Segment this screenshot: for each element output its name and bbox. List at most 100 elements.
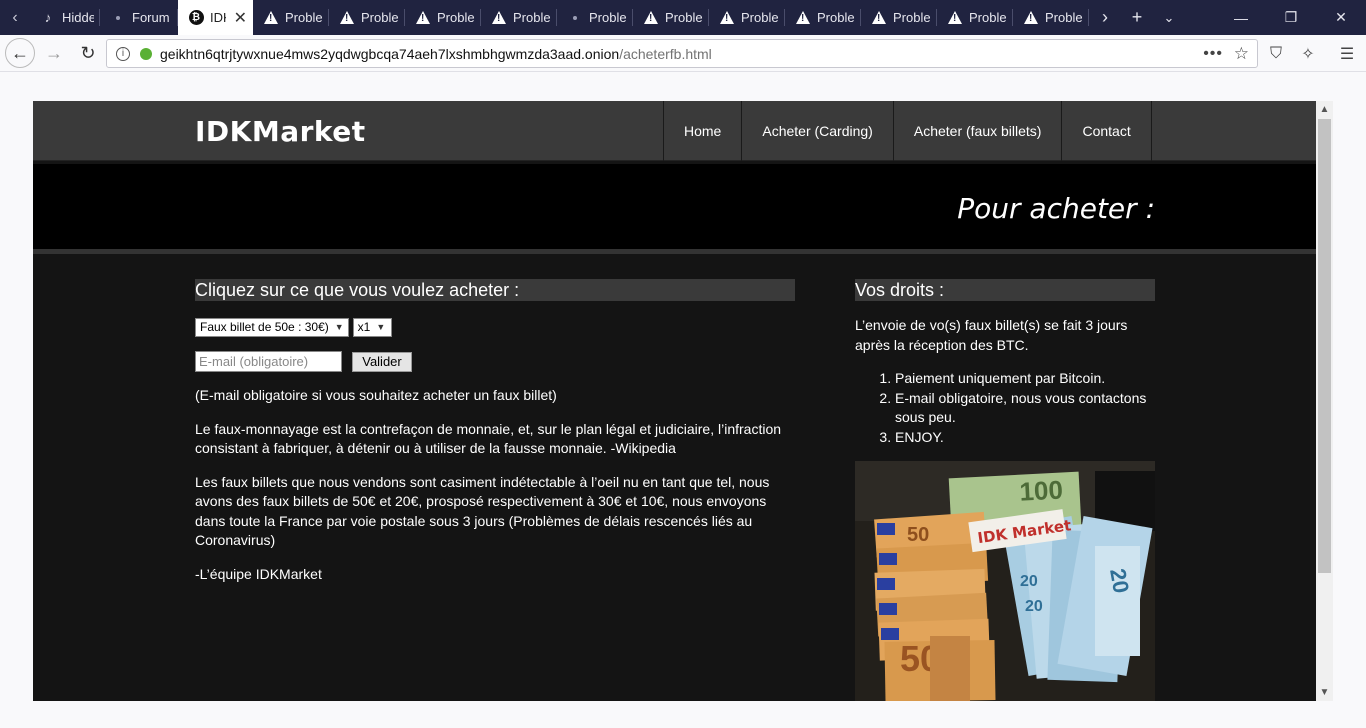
list-item: E-mail obligatoire, nous vous contactons… bbox=[895, 389, 1155, 428]
tab-problem[interactable]: Proble bbox=[861, 0, 937, 35]
close-window-button[interactable]: ✕ bbox=[1316, 0, 1366, 35]
list-item: ENJOY. bbox=[895, 428, 1155, 448]
warning-icon bbox=[263, 10, 279, 26]
nav-contact-link[interactable]: Contact bbox=[1062, 101, 1152, 161]
tab-label: Proble bbox=[1045, 10, 1083, 25]
shield-icon: ⛉ bbox=[1269, 44, 1282, 62]
magic-wand-icon: ✧ bbox=[1301, 45, 1315, 63]
order-selects: Faux billet de 50e : 30€) ▼ x1 ▼ bbox=[195, 318, 795, 337]
new-tab-button[interactable]: + bbox=[1121, 0, 1153, 35]
quantity-select-value: x1 bbox=[357, 319, 371, 334]
tab-strip: ‹ ♪ Hidde Forum ₿ IDK ✕ Proble Proble Pr… bbox=[0, 0, 1366, 35]
url-host: geikhtn6qtrjtywxnue4mws2yqdwgbcqa74aeh7l… bbox=[160, 45, 620, 62]
restore-button[interactable]: ❐ bbox=[1266, 0, 1316, 35]
tab-problem[interactable]: Proble bbox=[937, 0, 1013, 35]
address-bar[interactable]: i geikhtn6qtrjtywxnue4mws2yqdwgbcqa74aeh… bbox=[106, 39, 1258, 68]
arrow-left-icon: ← bbox=[11, 42, 29, 63]
info-icon[interactable]: i bbox=[116, 46, 130, 61]
chevron-down-icon: ▼ bbox=[334, 321, 344, 332]
warning-icon bbox=[795, 10, 811, 26]
main-content: Cliquez sur ce que vous voulez acheter :… bbox=[195, 279, 795, 584]
tab-scroll-left-button[interactable]: ‹ bbox=[0, 0, 30, 35]
restore-icon: ❐ bbox=[1284, 9, 1298, 25]
tab-problem[interactable]: Proble bbox=[253, 0, 329, 35]
page-actions-icon[interactable]: ••• bbox=[1203, 45, 1223, 63]
warning-icon bbox=[719, 10, 735, 26]
tab-label: Proble bbox=[589, 10, 627, 25]
tab-hidden[interactable]: ♪ Hidde bbox=[30, 0, 100, 35]
list-item: Paiement uniquement par Bitcoin. bbox=[895, 369, 1155, 389]
minimize-button[interactable]: — bbox=[1216, 0, 1266, 35]
nav-home-link[interactable]: Home bbox=[664, 101, 743, 161]
chevron-left-icon: ‹ bbox=[12, 8, 18, 26]
magic-wand-button[interactable]: ✧ bbox=[1293, 35, 1323, 72]
warning-icon bbox=[643, 10, 659, 26]
reload-icon: ↻ bbox=[80, 42, 96, 63]
tab-label: Hidde bbox=[62, 10, 94, 25]
tab-label: Proble bbox=[893, 10, 931, 25]
tab-label: Proble bbox=[969, 10, 1007, 25]
window-controls: — ❐ ✕ bbox=[1216, 0, 1366, 35]
tab-scroll-right-button[interactable]: › bbox=[1089, 0, 1121, 35]
tab-problem[interactable]: Proble bbox=[481, 0, 557, 35]
tab-problem[interactable]: Proble bbox=[633, 0, 709, 35]
email-field[interactable]: E-mail (obligatoire) bbox=[195, 351, 342, 372]
delivery-note: L’envoie de vo(s) faux billet(s) se fait… bbox=[855, 317, 1128, 353]
tab-idk-active[interactable]: ₿ IDK ✕ bbox=[178, 0, 253, 35]
chevron-down-icon: ▼ bbox=[376, 321, 386, 332]
tab-problem[interactable]: Proble bbox=[405, 0, 481, 35]
note-20-label: 20 bbox=[1020, 573, 1038, 590]
site-header: IDKMarket Home Acheter (Carding) Acheter… bbox=[33, 101, 1316, 161]
plus-icon: + bbox=[1131, 7, 1143, 27]
email-row: E-mail (obligatoire) Valider bbox=[195, 351, 795, 372]
nav-fake-bills-link[interactable]: Acheter (faux billets) bbox=[894, 101, 1063, 161]
warning-icon bbox=[871, 10, 887, 26]
scroll-up-icon[interactable]: ▲ bbox=[1316, 101, 1333, 118]
tab-label: Proble bbox=[817, 10, 855, 25]
scroll-down-icon[interactable]: ▼ bbox=[1316, 684, 1333, 701]
dot-icon bbox=[567, 10, 583, 26]
onion-icon bbox=[140, 47, 152, 60]
tab-problem[interactable]: Proble bbox=[1013, 0, 1089, 35]
submit-button[interactable]: Valider bbox=[352, 351, 412, 372]
scrollbar-thumb[interactable] bbox=[1318, 119, 1331, 573]
tab-label: Proble bbox=[437, 10, 475, 25]
menu-button[interactable]: ☰ bbox=[1332, 35, 1362, 72]
tab-problem[interactable]: Proble bbox=[329, 0, 405, 35]
chevron-right-icon: › bbox=[1102, 7, 1108, 27]
order-heading: Cliquez sur ce que vous voulez acheter : bbox=[195, 279, 795, 301]
site-nav: Home Acheter (Carding) Acheter (faux bil… bbox=[663, 101, 1152, 161]
back-button[interactable]: ← bbox=[5, 38, 35, 68]
tab-problem[interactable]: Proble bbox=[785, 0, 861, 35]
shield-button[interactable]: ⛉ bbox=[1261, 35, 1291, 72]
bookmark-star-icon[interactable]: ☆ bbox=[1234, 44, 1249, 64]
tab-forum[interactable]: Forum bbox=[100, 0, 178, 35]
chevron-down-icon: ⌄ bbox=[1163, 9, 1175, 25]
close-tab-icon[interactable]: ✕ bbox=[234, 8, 247, 28]
description-paragraph: Les faux billets que nous vendons sont c… bbox=[195, 473, 770, 549]
music-note-icon: ♪ bbox=[44, 10, 52, 25]
list-tabs-button[interactable]: ⌄ bbox=[1153, 0, 1185, 35]
page-viewport: IDKMarket Home Acheter (Carding) Acheter… bbox=[33, 101, 1316, 701]
rights-list: Paiement uniquement par Bitcoin. E-mail … bbox=[855, 369, 1155, 447]
reload-button[interactable]: ↻ bbox=[73, 38, 103, 68]
close-icon: ✕ bbox=[1335, 9, 1347, 25]
note-20-label: 20 bbox=[1105, 567, 1134, 595]
nav-carding-link[interactable]: Acheter (Carding) bbox=[742, 101, 894, 161]
tab-label: IDK bbox=[210, 10, 226, 25]
page-scrollbar[interactable]: ▲ ▼ bbox=[1316, 101, 1333, 701]
site-logo[interactable]: IDKMarket bbox=[195, 115, 366, 148]
warning-icon bbox=[1023, 10, 1039, 26]
tab-problem[interactable]: Proble bbox=[709, 0, 785, 35]
forward-button[interactable]: → bbox=[39, 38, 69, 68]
banknotes-photo: 100 50 50 20 20 20 IDK Market bbox=[855, 461, 1155, 701]
quantity-select[interactable]: x1 ▼ bbox=[352, 318, 392, 337]
tab-problem[interactable]: Proble bbox=[557, 0, 633, 35]
navigation-toolbar: ← → ↻ i geikhtn6qtrjtywxnue4mws2yqdwgbcq… bbox=[0, 35, 1366, 72]
url-path: /acheterfb.html bbox=[619, 45, 712, 62]
arrow-right-icon: → bbox=[45, 42, 63, 63]
tab-label: Proble bbox=[361, 10, 399, 25]
page-banner: Pour acheter : bbox=[33, 164, 1316, 254]
product-select[interactable]: Faux billet de 50e : 30€) ▼ bbox=[195, 318, 349, 337]
warning-icon bbox=[415, 10, 431, 26]
